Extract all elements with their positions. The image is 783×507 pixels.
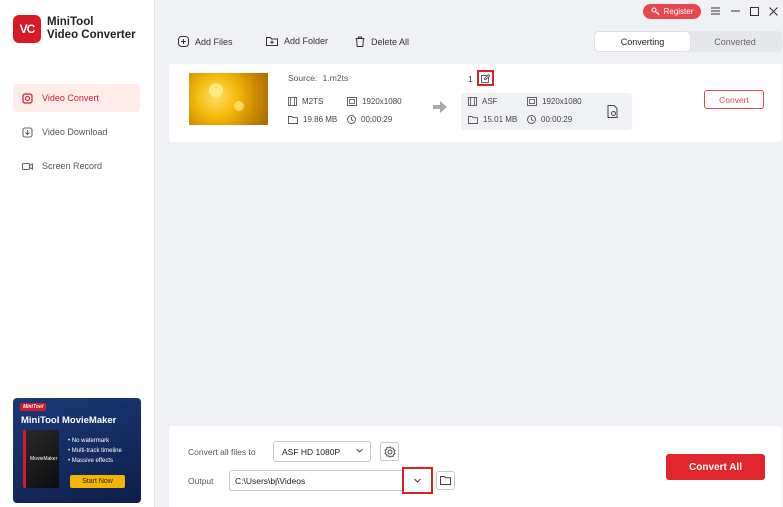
file-video-icon [288,97,297,106]
folder-plus-icon [266,36,278,46]
source-size: 19.86 MB [288,115,337,124]
register-label: Register [663,7,694,16]
promo-badge: MiniTool [20,403,47,411]
chevron-down-icon [413,476,422,485]
download-icon [22,126,33,138]
file-task-card: Source: 1.m2ts M2TS 1920x1080 19.86 MB 0… [169,64,782,142]
status-tabs: Converting Converted [594,31,782,52]
convert-all-button[interactable]: Convert All [666,454,765,480]
promo-box-label: MovieMaker [30,456,58,462]
folder-icon [440,476,451,485]
folder-icon [468,115,478,124]
resolution-icon [347,97,357,106]
add-folder-button[interactable]: Add Folder [266,36,328,46]
tab-converting[interactable]: Converting [595,32,690,51]
source-duration: 00:00:29 [347,115,392,124]
sidebar-item-video-convert[interactable]: Video Convert [13,84,140,112]
promo-feature: • No watermark [68,438,110,444]
video-thumbnail[interactable] [189,73,268,125]
resolution-icon [527,97,537,106]
output-label: Output [188,476,214,486]
sidebar-item-screen-record[interactable]: Screen Record [13,152,140,180]
folder-icon [288,115,298,124]
file-settings-icon[interactable] [607,105,619,120]
register-button[interactable]: Register [643,4,701,19]
add-files-label: Add Files [195,36,233,47]
app-logo: VC [13,15,41,43]
trash-icon [355,36,365,47]
output-path-value: C:\Users\bj\Videos [235,475,306,486]
file-video-icon [468,97,477,106]
format-select-value: ASF HD 1080P [282,446,341,457]
source-resolution: 1920x1080 [347,97,402,106]
minimize-icon[interactable] [729,5,741,17]
promo-feature: • Multi-track timeline [68,448,122,454]
camera-icon [22,161,33,172]
app-name: MiniTool Video Converter [47,16,136,42]
bottom-bar: Convert all files to ASF HD 1080P Output… [169,426,782,507]
clock-icon [347,115,356,124]
source-info: Source: 1.m2ts [288,73,348,83]
output-dropdown-button[interactable] [402,467,433,494]
format-settings-button[interactable] [380,442,399,461]
add-files-button[interactable]: Add Files [178,36,233,47]
sidebar: VC MiniTool Video Converter Video Conver… [0,0,155,507]
target-format: ASF [468,97,498,106]
clock-icon [527,115,536,124]
menu-icon[interactable] [709,5,721,17]
maximize-icon[interactable] [748,5,760,17]
chevron-down-icon [355,446,364,457]
app-window: VC MiniTool Video Converter Video Conver… [0,0,783,507]
key-icon [651,7,659,16]
add-folder-label: Add Folder [284,36,329,46]
promo-title: MiniTool MovieMaker [21,415,117,426]
gear-icon [383,445,396,458]
start-now-button[interactable]: Start Now [70,475,125,488]
target-settings-box[interactable]: ASF 1920x1080 15.01 MB 00:00:29 [461,93,632,130]
source-label: Source: [288,73,318,83]
output-format-select[interactable]: ASF HD 1080P [273,441,371,462]
sidebar-item-label: Video Download [42,127,108,137]
target-index: 1 [468,74,473,84]
browse-folder-button[interactable] [436,471,455,490]
tab-converted[interactable]: Converted [690,32,780,51]
source-format: M2TS [288,97,323,106]
convert-button[interactable]: Convert [704,90,764,109]
target-duration: 00:00:29 [527,115,572,124]
app-name-line2: Video Converter [47,29,136,41]
target-size: 15.01 MB [468,115,517,124]
close-icon[interactable] [767,5,779,17]
edit-target-icon[interactable] [477,70,494,86]
moviemaker-promo-banner[interactable]: MiniTool MiniTool MovieMaker MovieMaker … [13,398,141,503]
source-filename: 1.m2ts [322,73,349,83]
delete-all-button[interactable]: Delete All [355,36,409,47]
delete-all-label: Delete All [371,36,410,47]
arrow-right-icon [433,101,447,115]
app-name-line1: MiniTool [47,16,94,28]
sidebar-item-label: Video Convert [42,93,99,103]
sidebar-item-label: Screen Record [42,161,103,171]
video-convert-icon [22,92,33,104]
sidebar-item-video-download[interactable]: Video Download [13,118,140,146]
plus-circle-icon [178,36,189,47]
promo-feature: • Massive effects [68,458,114,464]
target-resolution: 1920x1080 [527,97,582,106]
moviemaker-box-image: MovieMaker [23,430,59,488]
convert-all-to-label: Convert all files to [188,447,256,457]
